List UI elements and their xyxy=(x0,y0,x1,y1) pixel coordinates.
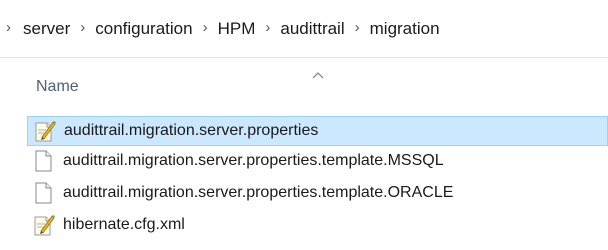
chevron-right-icon[interactable]: › xyxy=(193,19,218,36)
column-header-row: Name xyxy=(0,58,608,116)
breadcrumb-configuration[interactable]: configuration xyxy=(95,19,192,39)
edited-document-icon xyxy=(34,119,56,143)
file-name: audittrail.migration.server.properties.t… xyxy=(63,184,454,201)
file-name: audittrail.migration.server.properties xyxy=(64,122,319,139)
chevron-right-icon[interactable]: › xyxy=(255,19,280,36)
file-name: hibernate.cfg.xml xyxy=(63,216,185,233)
blank-document-icon xyxy=(33,181,55,205)
file-row[interactable]: audittrail.migration.server.properties.t… xyxy=(27,146,608,176)
column-header-name[interactable]: Name xyxy=(36,78,79,96)
chevron-right-icon[interactable]: › xyxy=(345,19,370,36)
breadcrumb-audittrail[interactable]: audittrail xyxy=(280,19,344,39)
address-bar[interactable]: › server › configuration › HPM › audittr… xyxy=(0,0,608,58)
chevron-right-icon[interactable]: › xyxy=(6,19,23,36)
sort-ascending-icon xyxy=(312,66,324,79)
file-name: audittrail.migration.server.properties.t… xyxy=(63,152,444,169)
blank-document-icon xyxy=(33,149,55,173)
breadcrumb-migration[interactable]: migration xyxy=(370,19,440,39)
file-row[interactable]: audittrail.migration.server.properties xyxy=(27,116,608,146)
breadcrumb-server[interactable]: server xyxy=(23,19,70,39)
file-row[interactable]: audittrail.migration.server.properties.t… xyxy=(27,178,608,208)
file-row[interactable]: hibernate.cfg.xml xyxy=(27,210,608,240)
edited-document-icon xyxy=(33,213,55,237)
chevron-right-icon[interactable]: › xyxy=(70,19,95,36)
breadcrumb-hpm[interactable]: HPM xyxy=(218,19,256,39)
